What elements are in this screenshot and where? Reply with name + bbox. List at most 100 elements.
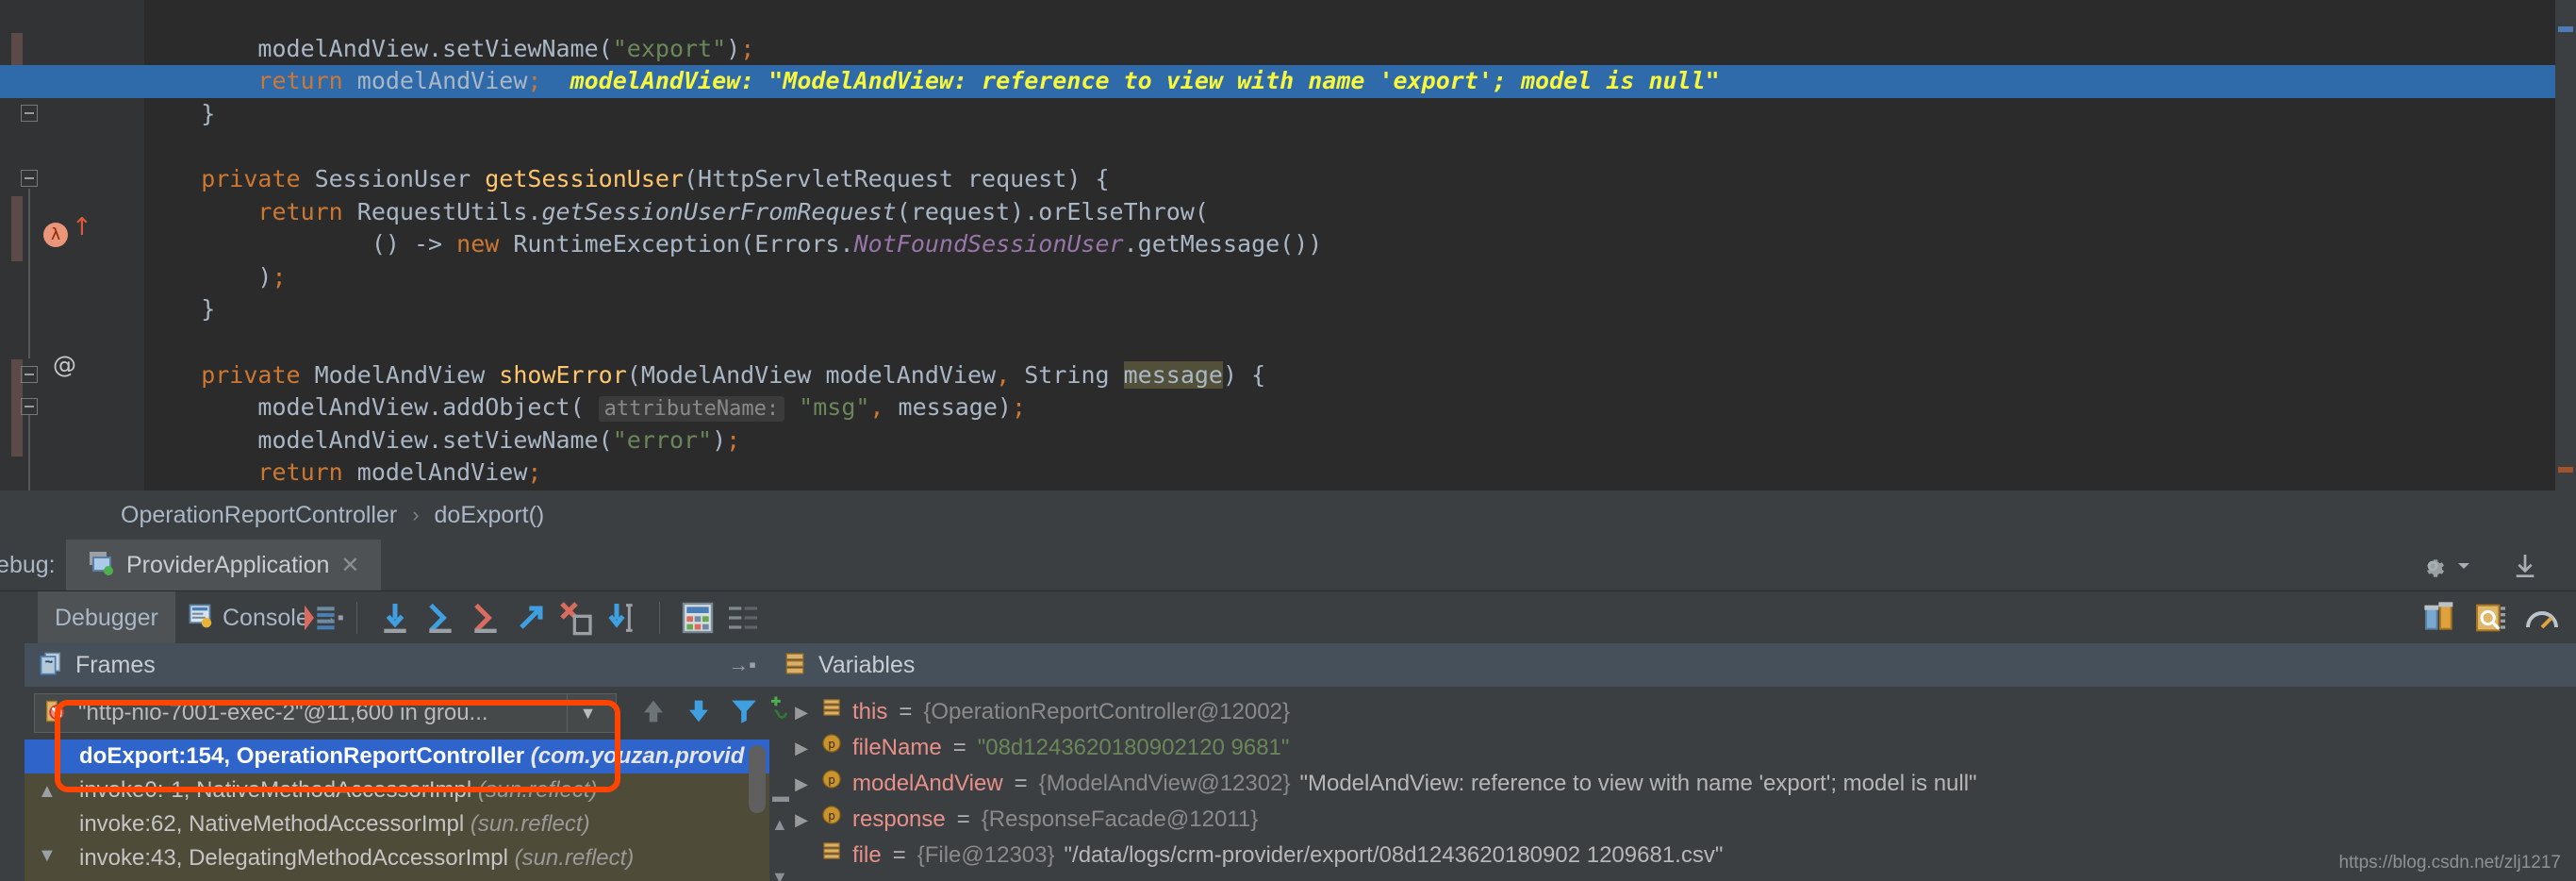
code-line[interactable]: } bbox=[144, 293, 2576, 326]
frame-list-item[interactable]: invoke:62, NativeMethodAccessorImpl (sun… bbox=[25, 807, 769, 841]
overriding-method-icon[interactable]: ↑ bbox=[72, 215, 92, 240]
profiler-icon[interactable] bbox=[2523, 599, 2561, 637]
step-into-icon[interactable] bbox=[421, 599, 459, 637]
variables-panel[interactable]: Variables ▬ ▲ ▼ ▶ this = {OperationRepor… bbox=[769, 643, 2576, 881]
variable-value: "ModelAndView: reference to view with na… bbox=[1299, 771, 1977, 796]
evaluate-expression-icon[interactable] bbox=[679, 599, 717, 637]
code-line[interactable]: } bbox=[144, 98, 2576, 131]
scroll-down-icon[interactable]: ▼ bbox=[771, 868, 788, 881]
code-line[interactable]: return RequestUtils.getSessionUserFromRe… bbox=[144, 196, 2576, 229]
drop-frame-icon[interactable] bbox=[557, 599, 595, 637]
memory-icon[interactable] bbox=[2472, 599, 2510, 637]
code-line[interactable]: private SessionUser getSessionUser(HttpS… bbox=[144, 163, 2576, 196]
variables-side-rail[interactable]: ▬ ▲ ▼ bbox=[769, 687, 792, 881]
code-editor[interactable]: 2 3 4 5 6 7 8 9 0 1 2 3 4 5 6 λ ↑ @ bbox=[0, 0, 2576, 490]
thread-dropdown[interactable]: "http-nio-7001-exec-2"@11,600 in grou...… bbox=[34, 693, 617, 733]
down-arrow-icon[interactable] bbox=[683, 695, 715, 732]
step-out-icon[interactable] bbox=[512, 599, 550, 637]
parameter-icon: p bbox=[820, 730, 843, 766]
chevron-down-icon[interactable]: ▼ bbox=[567, 694, 608, 732]
code-line[interactable]: modelAndView.setViewName("error"); bbox=[144, 424, 2576, 457]
breadcrumb-separator: › bbox=[412, 503, 420, 526]
fold-collapse-icon[interactable] bbox=[21, 105, 41, 125]
variable-row[interactable]: ▶ p fileName = "08d1243620180902120 9681… bbox=[769, 730, 2576, 766]
stripe-marker[interactable] bbox=[2558, 26, 2573, 32]
step-over-icon[interactable] bbox=[376, 599, 414, 637]
run-configuration-tab[interactable]: ProviderApplication ✕ bbox=[66, 540, 381, 590]
breadcrumb-item-method[interactable]: doExport() bbox=[435, 502, 545, 529]
frame-list-item[interactable]: invoke0:-1, NativeMethodAccessorImpl (su… bbox=[25, 773, 769, 807]
frames-scroll-buttons[interactable]: ▲ ▼ bbox=[32, 740, 72, 881]
threads-icon[interactable] bbox=[2421, 599, 2459, 637]
fold-collapse-icon[interactable] bbox=[21, 398, 41, 419]
add-watch-icon[interactable] bbox=[769, 694, 794, 729]
parameter-icon: p bbox=[820, 802, 843, 838]
tab-debugger[interactable]: Debugger bbox=[38, 591, 175, 644]
fold-collapse-icon[interactable] bbox=[21, 366, 41, 387]
close-icon[interactable]: ✕ bbox=[340, 552, 359, 579]
variables-tree[interactable]: ▶ this = {OperationReportController@1200… bbox=[769, 687, 2576, 873]
frames-panel[interactable]: Frames →▪ "http-nio-7001-exec-2"@11,600 … bbox=[25, 643, 769, 881]
export-icon[interactable]: →▪ bbox=[728, 653, 756, 677]
breadcrumb[interactable]: OperationReportController › doExport() bbox=[0, 490, 2576, 540]
code-line[interactable] bbox=[144, 0, 2576, 33]
force-step-into-icon[interactable] bbox=[467, 599, 504, 637]
hide-icon[interactable] bbox=[2510, 555, 2540, 585]
debugger-right-toolbar[interactable] bbox=[2421, 599, 2561, 637]
variable-row[interactable]: ▶ p response = {ResponseFacade@12011} bbox=[769, 802, 2576, 838]
lambda-gutter-icon[interactable]: λ bbox=[43, 223, 68, 247]
scroll-up-icon[interactable]: ▲ bbox=[771, 815, 788, 835]
frame-list-item[interactable]: invoke:43, DelegatingMethodAccessorImpl … bbox=[25, 841, 769, 875]
frames-stack-list[interactable]: ▲ ▼ doExport:154, OperationReportControl… bbox=[25, 740, 769, 881]
code-line[interactable]: private ModelAndView showError(ModelAndV… bbox=[144, 359, 2576, 392]
stripe-marker[interactable] bbox=[2558, 467, 2573, 473]
variable-row[interactable]: ▶ file = {File@12303} "/data/logs/crm-pr… bbox=[769, 838, 2576, 873]
frames-panel-header: Frames →▪ bbox=[25, 643, 769, 687]
expand-triangle-icon[interactable]: ▶ bbox=[792, 802, 811, 838]
scroll-down-icon[interactable]: ▼ bbox=[38, 845, 57, 867]
expand-triangle-icon[interactable]: ▶ bbox=[792, 766, 811, 802]
show-execution-point-icon[interactable] bbox=[300, 599, 338, 637]
breadcrumb-item-class[interactable]: OperationReportController bbox=[121, 502, 397, 529]
filter-icon[interactable] bbox=[728, 695, 760, 732]
expand-triangle-icon[interactable]: ▶ bbox=[792, 694, 811, 730]
expand-triangle-icon: ▶ bbox=[792, 838, 811, 873]
frame-package: (sun.reflect) bbox=[514, 845, 635, 871]
code-line[interactable] bbox=[144, 130, 2576, 163]
application-icon bbox=[87, 549, 115, 582]
expand-triangle-icon[interactable]: ▶ bbox=[792, 730, 811, 766]
code-text-area[interactable]: modelAndView.setViewName("export"); retu… bbox=[0, 0, 2576, 490]
fold-collapse-icon[interactable] bbox=[21, 170, 41, 191]
annotation-gutter-icon[interactable]: @ bbox=[53, 351, 76, 378]
code-line[interactable]: modelAndView.setViewName("export"); bbox=[144, 33, 2576, 66]
debug-step-buttons[interactable] bbox=[300, 599, 762, 637]
variable-row[interactable]: ▶ this = {OperationReportController@1200… bbox=[769, 694, 2576, 730]
collapse-icon[interactable]: ▬ bbox=[772, 787, 789, 806]
code-line[interactable]: () -> new RuntimeException(Errors.NotFou… bbox=[144, 228, 2576, 261]
code-line[interactable]: return modelAndView; bbox=[144, 457, 2576, 490]
toolbar-divider bbox=[659, 602, 660, 634]
settings-button[interactable] bbox=[2418, 551, 2472, 586]
gear-icon[interactable] bbox=[2418, 551, 2448, 586]
frames-scrollbar-thumb[interactable] bbox=[749, 745, 766, 813]
mute-breakpoints-icon[interactable] bbox=[724, 599, 762, 637]
frame-package: (sun.reflect) bbox=[470, 811, 590, 837]
hide-button[interactable] bbox=[2510, 551, 2540, 586]
thread-selector-row[interactable]: "http-nio-7001-exec-2"@11,600 in grou...… bbox=[25, 687, 769, 740]
code-line[interactable]: ); bbox=[144, 261, 2576, 294]
debugger-toolbar[interactable]: Debugger Console →▪ bbox=[0, 590, 2576, 644]
code-line[interactable] bbox=[144, 326, 2576, 359]
variable-name: response bbox=[852, 806, 946, 832]
frames-icon bbox=[38, 650, 64, 681]
run-to-cursor-icon[interactable] bbox=[603, 599, 640, 637]
code-line[interactable]: modelAndView.addObject( attributeName: "… bbox=[144, 391, 2576, 424]
up-arrow-icon[interactable] bbox=[637, 695, 669, 732]
frame-nav-buttons[interactable] bbox=[628, 695, 760, 732]
error-stripe-scrollbar[interactable] bbox=[2555, 0, 2576, 490]
debugger-left-rail[interactable] bbox=[0, 643, 25, 881]
frame-list-item[interactable]: doExport:154, OperationReportController … bbox=[25, 740, 769, 773]
variable-row[interactable]: ▶ p modelAndView = {ModelAndView@12302} … bbox=[769, 766, 2576, 802]
chevron-down-icon[interactable] bbox=[2455, 557, 2472, 579]
scroll-up-icon[interactable]: ▲ bbox=[38, 781, 57, 803]
code-line-current-execution[interactable]: return modelAndView; modelAndView: "Mode… bbox=[0, 65, 2576, 98]
